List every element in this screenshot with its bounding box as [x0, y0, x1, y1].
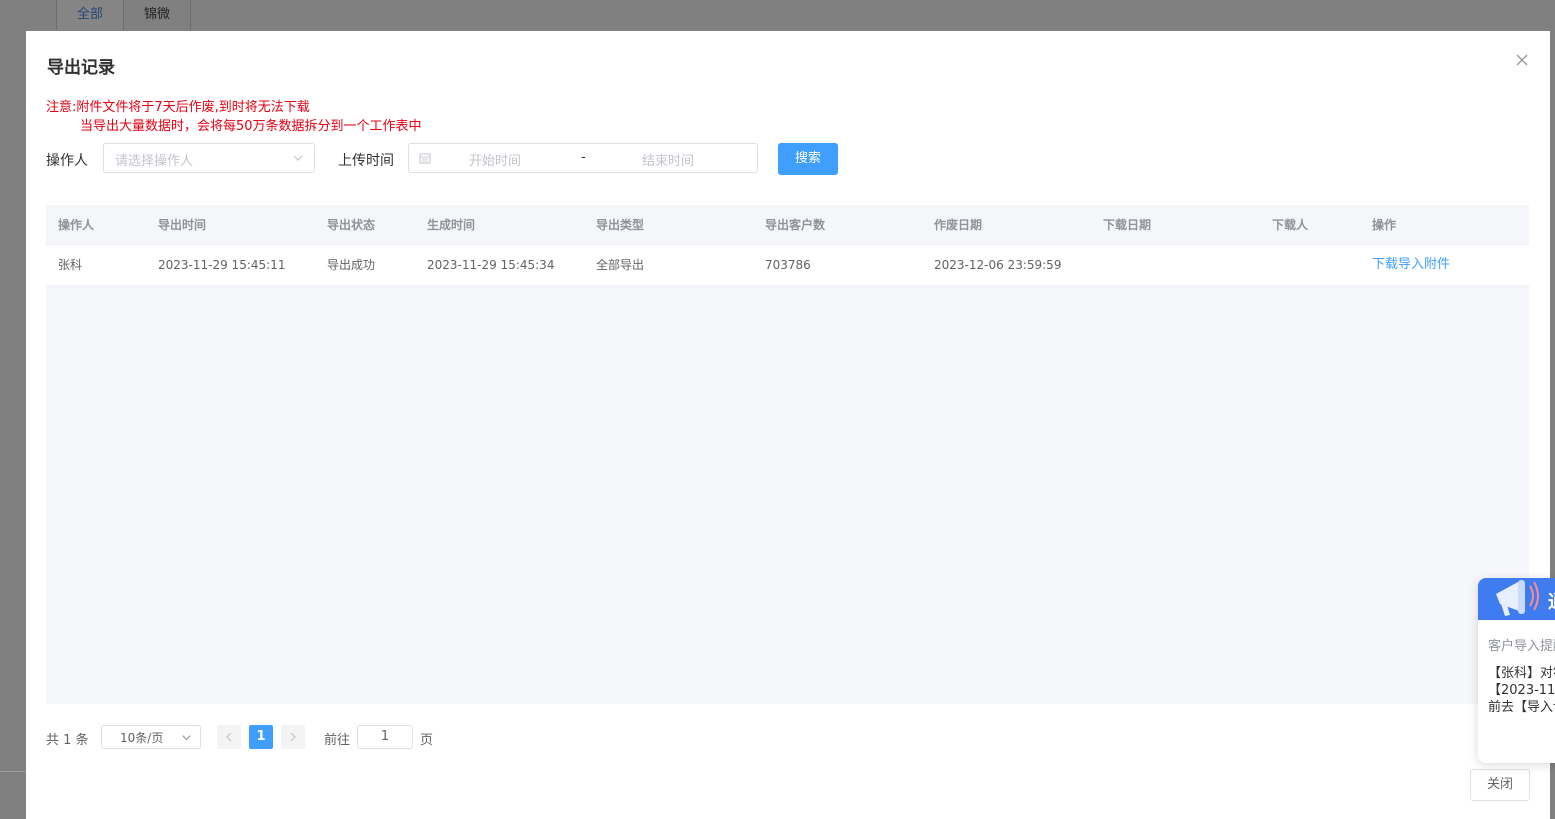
goto-page-input[interactable]: 1 — [357, 725, 413, 749]
start-time-input[interactable]: 开始时间 — [469, 150, 521, 169]
dialog-title: 导出记录 — [47, 58, 115, 78]
background-divider — [0, 771, 26, 772]
import-notification-card[interactable]: 通 客户导入提醒 【张科】对符 【2023-11- 前去【导入记 — [1478, 578, 1555, 763]
operator-label: 操作人 — [46, 153, 88, 169]
range-separator: - — [581, 150, 586, 165]
background-tabs: 全部 锦微 — [56, 0, 191, 30]
notification-title: 通 — [1548, 588, 1555, 614]
column-header: 导出客户数 — [765, 218, 826, 232]
notification-line: 前去【导入记 — [1488, 700, 1555, 715]
close-button[interactable]: 关闭 — [1470, 769, 1530, 801]
chevron-down-icon — [182, 735, 191, 741]
cell-generated-time: 2023-11-29 15:45:34 — [427, 258, 555, 272]
upload-time-label: 上传时间 — [338, 153, 394, 169]
column-header: 下载人 — [1272, 218, 1309, 232]
export-records-table: 操作人 导出时间 导出状态 生成时间 导出类型 导出客户数 作废日期 下载日期 … — [46, 205, 1529, 704]
notification-header: 通 — [1478, 578, 1555, 620]
page-unit-label: 页 — [420, 733, 434, 748]
column-header: 导出类型 — [596, 218, 645, 232]
cell-export-time: 2023-11-29 15:45:11 — [158, 258, 286, 272]
goto-label: 前往 — [324, 733, 351, 748]
background-tab-all[interactable]: 全部 — [57, 0, 124, 30]
column-header: 作废日期 — [934, 218, 983, 232]
next-page-button[interactable] — [281, 725, 305, 749]
notice-split: 当导出大量数据时，会将每50万条数据拆分到一个工作表中 — [80, 119, 422, 134]
upload-time-range-picker[interactable]: 开始时间 - 结束时间 — [408, 143, 758, 173]
page-size-value: 10条/页 — [120, 731, 164, 745]
megaphone-icon — [1496, 580, 1539, 616]
export-records-dialog: 导出记录 注意:附件文件将于7天后作废,到时将无法下载 当导出大量数据时，会将每… — [26, 31, 1550, 819]
column-header: 操作 — [1372, 218, 1397, 232]
operator-select-placeholder: 请选择操作人 — [115, 154, 194, 169]
cell-void-date: 2023-12-06 23:59:59 — [934, 258, 1062, 272]
download-attachment-link[interactable]: 下载导入附件 — [1372, 245, 1450, 285]
column-header: 操作人 — [58, 218, 95, 232]
cell-type: 全部导出 — [596, 258, 645, 272]
cell-operator: 张科 — [58, 258, 83, 272]
search-button[interactable]: 搜索 — [778, 143, 838, 175]
pagination-total: 共 1 条 — [46, 733, 89, 748]
cell-status: 导出成功 — [327, 258, 376, 272]
end-time-input[interactable]: 结束时间 — [642, 150, 694, 169]
table-row: 张科 2023-11-29 15:45:11 导出成功 2023-11-29 1… — [46, 245, 1529, 286]
chevron-right-icon — [290, 732, 296, 742]
chevron-down-icon — [293, 155, 303, 161]
calendar-icon — [419, 153, 431, 164]
operator-select[interactable]: 请选择操作人 — [103, 143, 315, 173]
background-tab-jinwei[interactable]: 锦微 — [124, 0, 191, 30]
column-header: 导出时间 — [158, 218, 207, 232]
notification-subtitle: 客户导入提醒 — [1488, 639, 1555, 654]
prev-page-button[interactable] — [217, 725, 241, 749]
column-header: 生成时间 — [427, 218, 476, 232]
page-size-select[interactable]: 10条/页 — [101, 725, 201, 749]
close-icon[interactable] — [1512, 51, 1532, 71]
chevron-left-icon — [226, 732, 232, 742]
cell-customer-count: 703786 — [765, 258, 811, 272]
notice-expiry: 注意:附件文件将于7天后作废,到时将无法下载 — [46, 100, 310, 115]
column-header: 导出状态 — [327, 218, 376, 232]
page-number-current[interactable]: 1 — [249, 725, 273, 749]
table-header: 操作人 导出时间 导出状态 生成时间 导出类型 导出客户数 作废日期 下载日期 … — [46, 205, 1529, 245]
column-header: 下载日期 — [1103, 218, 1152, 232]
